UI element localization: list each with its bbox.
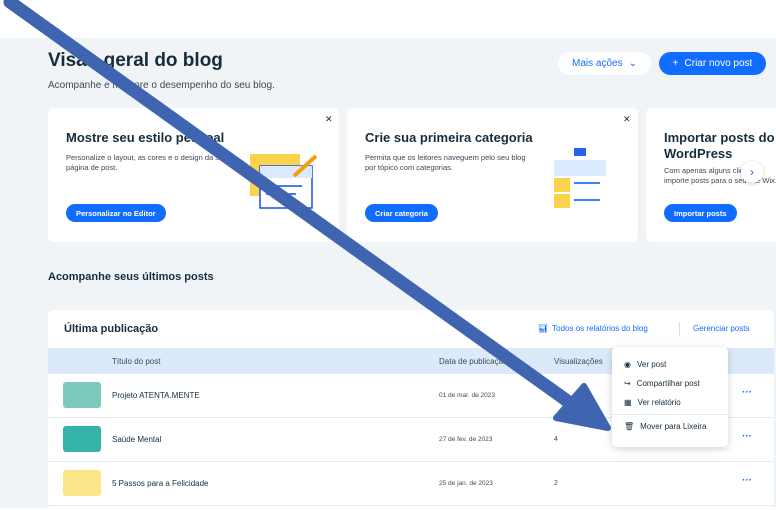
divider <box>679 322 680 336</box>
page-subtitle: Acompanhe e melhore o desempenho do seu … <box>48 80 275 91</box>
menu-item-label: Ver post <box>636 360 667 369</box>
post-date: 01 de mar. de 2023 <box>439 392 496 399</box>
card-description: Personalize o layout, as cores e o desig… <box>66 153 228 172</box>
post-thumbnail <box>63 382 101 408</box>
more-actions-button[interactable]: Mais ações ⌄ <box>558 52 651 75</box>
post-views: 4 <box>554 436 558 443</box>
page-title: Visão geral do blog <box>48 50 223 71</box>
chart-icon: ▦ <box>624 398 632 407</box>
close-icon[interactable]: ✕ <box>325 114 333 125</box>
chart-icon: 📊︎ <box>538 324 549 333</box>
reports-link-label: Todos os relatórios do blog <box>552 324 648 333</box>
card-title: Mostre seu estilo pessoal <box>66 130 225 145</box>
post-thumbnail <box>63 426 101 452</box>
column-views: Visualizações <box>554 357 603 366</box>
more-options-icon[interactable]: ··· <box>742 387 752 398</box>
post-views: 2 <box>554 480 558 487</box>
trash-icon: 🗑︎ <box>624 422 635 431</box>
post-title: Saúde Mental <box>112 435 162 444</box>
post-title: 5 Passos para a Felicidade <box>112 479 209 488</box>
more-actions-label: Mais ações <box>572 58 623 69</box>
menu-item-label: Compartilhar post <box>636 379 700 388</box>
post-title: Projeto ATENTA.MENTE <box>112 391 200 400</box>
card-first-category: Crie sua primeira categoria Permita que … <box>347 108 638 242</box>
panel-title: Última publicação <box>64 323 159 335</box>
menu-item-view-report[interactable]: ▦ Ver relatório <box>612 393 728 412</box>
post-thumbnail <box>63 470 101 496</box>
close-icon[interactable]: ✕ <box>623 114 631 125</box>
layout-illustration-icon <box>250 154 318 209</box>
column-date: Data de publicação <box>439 357 508 366</box>
category-illustration-icon <box>554 148 606 208</box>
menu-item-move-to-trash[interactable]: 🗑︎ Mover para Lixeira <box>612 417 728 436</box>
column-title: Título do post <box>112 357 161 366</box>
table-row[interactable]: 5 Passos para a Felicidade 25 de jan. de… <box>48 462 774 506</box>
card-personal-style: Mostre seu estilo pessoal Personalize o … <box>48 108 339 242</box>
menu-item-view-post[interactable]: ◉ Ver post <box>612 355 728 374</box>
share-icon: ↪ <box>624 379 631 388</box>
post-actions-menu: ◉ Ver post ↪ Compartilhar post ▦ Ver rel… <box>612 347 728 447</box>
menu-item-label: Mover para Lixeira <box>640 422 707 431</box>
more-options-icon[interactable]: ··· <box>742 431 752 442</box>
more-options-icon[interactable]: ··· <box>742 475 752 486</box>
create-post-button[interactable]: + Criar novo post <box>659 52 766 75</box>
post-date: 25 de jan. de 2023 <box>439 480 493 487</box>
menu-item-share-post[interactable]: ↪ Compartilhar post <box>612 374 728 393</box>
post-date: 27 de fev. de 2023 <box>439 436 493 443</box>
create-post-label: Criar novo post <box>684 58 753 69</box>
plus-icon: + <box>672 58 679 69</box>
chevron-right-icon[interactable]: › <box>741 161 763 183</box>
section-title: Acompanhe seus últimos posts <box>48 271 214 283</box>
import-posts-button[interactable]: Importar posts <box>664 204 737 222</box>
menu-divider <box>612 414 728 415</box>
all-reports-link[interactable]: 📊︎ Todos os relatórios do blog <box>538 324 648 333</box>
card-title: Importar posts do WordPress <box>664 130 775 161</box>
create-category-button[interactable]: Criar categoria <box>365 204 438 222</box>
menu-item-label: Ver relatório <box>637 398 681 407</box>
card-description: Permita que os leitores naveguem pelo se… <box>365 153 526 172</box>
post-views: 2 <box>554 392 558 399</box>
customize-editor-button[interactable]: Personalizar no Editor <box>66 204 166 222</box>
manage-posts-link[interactable]: Gerenciar posts <box>693 324 749 333</box>
chevron-down-icon: ⌄ <box>628 58 637 69</box>
eye-icon: ◉ <box>624 360 631 369</box>
card-title: Crie sua primeira categoria <box>365 130 533 145</box>
